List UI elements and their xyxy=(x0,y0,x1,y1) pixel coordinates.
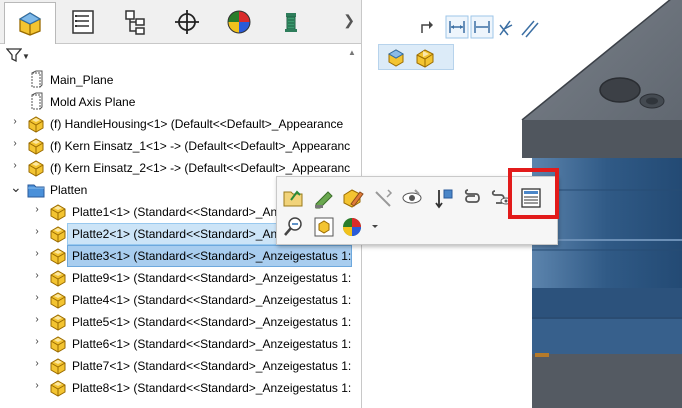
part-icon xyxy=(48,334,68,354)
configuration-manager-icon xyxy=(125,10,145,35)
dimension-vertical-icon[interactable] xyxy=(470,15,494,39)
isolate-icon[interactable] xyxy=(314,217,334,237)
tree-item-label: Mold Axis Plane xyxy=(50,95,136,109)
scroll-up-icon[interactable]: ▲ xyxy=(348,48,356,57)
tree-item-label: Platte7<1> (Standard<<Standard>_Anzeiges… xyxy=(72,359,352,373)
expand-icon[interactable]: › xyxy=(10,116,20,127)
folder-icon xyxy=(26,180,46,200)
display-manager-icon xyxy=(227,10,251,34)
appearance-dropdown-icon[interactable] xyxy=(372,225,378,228)
tree-item[interactable]: Mold Axis Plane xyxy=(0,91,352,113)
mates-icon[interactable] xyxy=(464,189,480,203)
appearance-pencil-icon[interactable] xyxy=(343,189,364,208)
tree-item[interactable]: › (f) HandleHousing<1> (Default<<Default>… xyxy=(0,113,352,135)
expand-icon[interactable]: › xyxy=(32,336,42,347)
part-icon xyxy=(26,158,46,178)
filter-row: ▼ xyxy=(0,44,361,68)
part-icon xyxy=(48,356,68,376)
part-icon xyxy=(26,136,46,156)
zoom-to-selection-icon[interactable] xyxy=(284,217,302,236)
tree-item[interactable]: › Platte8<1> (Standard<<Standard>_Anzeige… xyxy=(0,377,352,399)
expand-icon[interactable]: › xyxy=(32,314,42,325)
tree-item[interactable]: › Platte4<1> (Standard<<Standard>_Anzeige… xyxy=(0,289,352,311)
tab-property-manager[interactable] xyxy=(58,2,110,42)
expand-icon[interactable]: › xyxy=(32,248,42,259)
part-breadcrumb-icon[interactable] xyxy=(416,49,434,68)
highlight-box xyxy=(508,168,559,219)
expand-icon[interactable]: › xyxy=(32,358,42,369)
cam-manager-icon xyxy=(285,13,297,32)
part-icon xyxy=(48,378,68,398)
tab-feature-manager[interactable] xyxy=(4,2,56,44)
move-icon[interactable] xyxy=(435,189,453,209)
dimension-horizontal-icon[interactable] xyxy=(445,15,469,39)
tree-item-label: (f) HandleHousing<1> (Default<<Default>_… xyxy=(50,117,344,131)
tree-item[interactable]: › Platte6<1> (Standard<<Standard>_Anzeige… xyxy=(0,333,352,355)
dimxpert-manager-icon xyxy=(175,10,199,34)
tree-item-label: Platte8<1> (Standard<<Standard>_Anzeiges… xyxy=(72,381,352,395)
expand-icon[interactable]: › xyxy=(32,292,42,303)
tab-cam-manager[interactable] xyxy=(266,2,318,42)
part-icon xyxy=(48,268,68,288)
sketch-arrow-icon[interactable] xyxy=(421,21,433,33)
tree-item-label: Platte3<1> (Standard<<Standard>_Anzeiges… xyxy=(72,249,352,263)
tree-item-label: Platte5<1> (Standard<<Standard>_Anzeiges… xyxy=(72,315,352,329)
tab-dimxpert-manager[interactable] xyxy=(162,2,214,42)
tree-item-label: (f) Kern Einsatz_2<1> -> (Default<<Defau… xyxy=(50,161,351,175)
collapse-panel-icon[interactable]: ❯ xyxy=(343,12,355,29)
tree-item[interactable]: › Platte5<1> (Standard<<Standard>_Anzeige… xyxy=(0,311,352,333)
tree-item-label: (f) Kern Einsatz_1<1> -> (Default<<Defau… xyxy=(50,139,351,153)
tree-item-label: Main_Plane xyxy=(50,73,114,87)
plane-icon xyxy=(26,70,46,90)
property-manager-icon xyxy=(72,10,94,34)
tree-item-label: Platten xyxy=(50,183,88,197)
tab-configuration-manager[interactable] xyxy=(110,2,162,42)
expand-icon[interactable]: › xyxy=(10,138,20,149)
manager-tab-bar: ❯ xyxy=(0,0,361,44)
heads-up-toolbar xyxy=(418,15,552,42)
part-icon xyxy=(48,312,68,332)
open-part-icon[interactable] xyxy=(283,190,303,207)
tree-item[interactable]: › Platte3<1> (Standard<<Standard>_Anzeige… xyxy=(0,245,352,267)
expand-icon[interactable]: › xyxy=(32,380,42,391)
edit-part-icon[interactable] xyxy=(315,191,333,209)
expand-icon[interactable]: › xyxy=(32,226,42,237)
feature-manager-icon xyxy=(18,12,42,36)
hide-icon[interactable] xyxy=(375,189,393,207)
tab-display-manager[interactable] xyxy=(214,2,266,42)
collapse-icon[interactable]: ⌄ xyxy=(10,179,22,196)
tree-item-label: Platte4<1> (Standard<<Standard>_Anzeiges… xyxy=(72,293,352,307)
part-icon xyxy=(48,290,68,310)
part-icon xyxy=(26,114,46,134)
tree-item-label: Platte6<1> (Standard<<Standard>_Anzeiges… xyxy=(72,337,352,351)
expand-icon[interactable]: › xyxy=(32,270,42,281)
tree-item[interactable]: › (f) Kern Einsatz_1<1> -> (Default<<Defa… xyxy=(0,135,352,157)
part-icon xyxy=(48,202,68,222)
tree-item[interactable]: › Platte7<1> (Standard<<Standard>_Anzeige… xyxy=(0,355,352,377)
expand-icon[interactable]: › xyxy=(32,204,42,215)
filter-icon[interactable] xyxy=(6,47,22,63)
part-icon xyxy=(48,246,68,266)
tree-item[interactable]: › Platte9<1> (Standard<<Standard>_Anzeige… xyxy=(0,267,352,289)
tree-item-label: Platte9<1> (Standard<<Standard>_Anzeiges… xyxy=(72,271,352,285)
show-icon[interactable] xyxy=(402,189,422,204)
plane-icon xyxy=(26,92,46,112)
appearance-icon[interactable] xyxy=(343,218,361,236)
filter-dropdown-icon[interactable]: ▼ xyxy=(22,52,30,61)
tree-item[interactable]: Main_Plane xyxy=(0,69,352,91)
expand-icon[interactable]: › xyxy=(10,160,20,171)
angle-icon[interactable] xyxy=(499,20,513,36)
part-icon xyxy=(48,224,68,244)
assembly-breadcrumb-icon[interactable] xyxy=(387,49,405,67)
parallel-icon[interactable] xyxy=(521,20,539,38)
breadcrumb xyxy=(378,44,454,70)
